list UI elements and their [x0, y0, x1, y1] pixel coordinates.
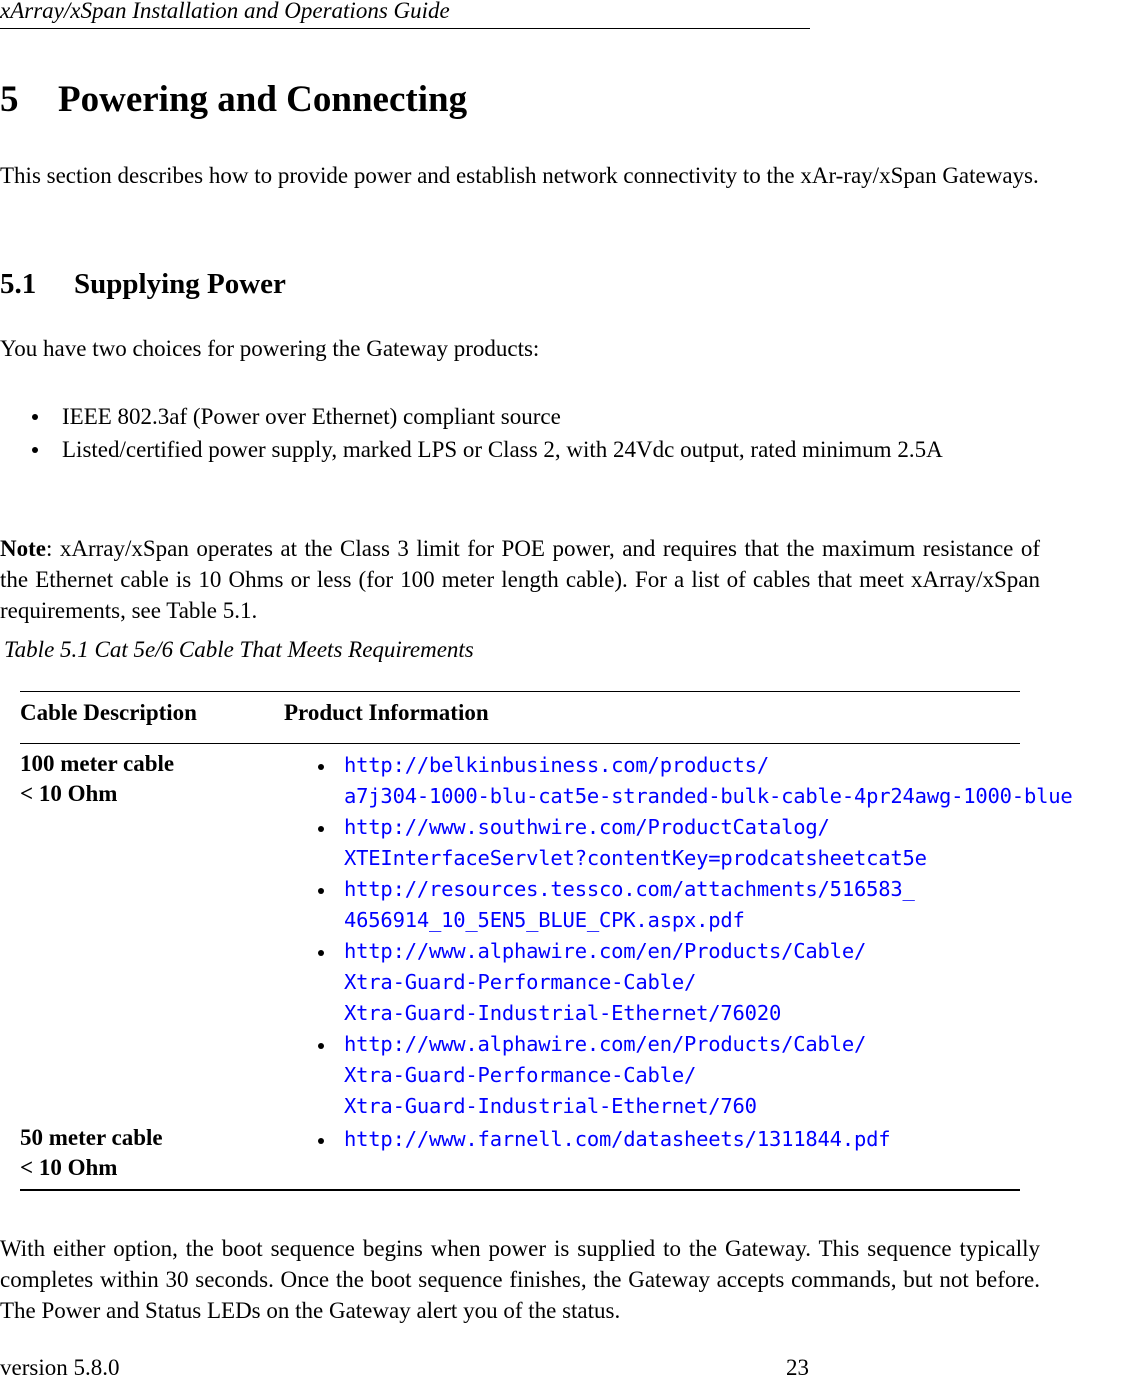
product-link-farnell[interactable]: http://www.farnell.com/datasheets/131184… — [344, 1124, 891, 1155]
bullet-icon — [318, 1138, 324, 1144]
footer-page-number: 23 — [786, 1355, 809, 1380]
table-header-rule — [20, 743, 1020, 744]
product-link-southwire[interactable]: http://www.southwire.com/ProductCatalog/ — [344, 812, 1073, 843]
table-row-links: http://www.farnell.com/datasheets/131184… — [314, 1124, 891, 1155]
product-link-alphawire-2-cont[interactable]: Xtra-Guard-Performance-Cable/ — [344, 1060, 1073, 1091]
list-item: http://www.alphawire.com/en/Products/Cab… — [314, 936, 1073, 1029]
bullet-icon — [318, 1043, 324, 1049]
cable-resistance: < 10 Ohm — [20, 1155, 118, 1180]
bullet-icon — [318, 826, 324, 832]
subsection-lead: You have two choices for powering the Ga… — [0, 336, 540, 361]
product-link-alphawire-2[interactable]: http://www.alphawire.com/en/Products/Cab… — [344, 1029, 1073, 1060]
note-label: Note — [0, 536, 46, 561]
column-header-product-information: Product Information — [284, 700, 489, 725]
footer-version: version 5.8.0 — [0, 1355, 120, 1380]
product-link-southwire-cont[interactable]: XTEInterfaceServlet?contentKey=prodcatsh… — [344, 843, 1073, 874]
table-row-links: http://belkinbusiness.com/products/ a7j3… — [314, 750, 1073, 1122]
table-top-rule — [20, 691, 1020, 692]
product-link-alphawire-2-cont2[interactable]: Xtra-Guard-Industrial-Ethernet/760 — [344, 1091, 1073, 1122]
product-link-alphawire-1-cont[interactable]: Xtra-Guard-Performance-Cable/ — [344, 967, 1073, 998]
subsection-title: Supplying Power — [74, 268, 286, 300]
list-item: http://belkinbusiness.com/products/ a7j3… — [314, 750, 1073, 812]
product-link-tessco-cont[interactable]: 4656914_10_5EN5_BLUE_CPK.aspx.pdf — [344, 905, 1073, 936]
list-item: http://www.farnell.com/datasheets/131184… — [314, 1124, 891, 1155]
product-link-tessco[interactable]: http://resources.tessco.com/attachments/… — [344, 874, 1073, 905]
bullet-icon — [32, 447, 38, 453]
section-heading: 5 Powering and Connecting — [0, 78, 467, 121]
list-item: http://www.alphawire.com/en/Products/Cab… — [314, 1029, 1073, 1122]
section-number: 5 — [0, 79, 19, 120]
cable-length: 50 meter cable — [20, 1125, 163, 1150]
product-link-alphawire-1[interactable]: http://www.alphawire.com/en/Products/Cab… — [344, 936, 1073, 967]
closing-paragraph: With either option, the boot sequence be… — [0, 1236, 1040, 1323]
column-header-cable-description: Cable Description — [20, 700, 197, 725]
note-paragraph: Note: xArray/xSpan operates at the Class… — [0, 533, 1040, 626]
table-row-description: 100 meter cable < 10 Ohm — [20, 749, 174, 809]
note-text: : xArray/xSpan operates at the Class 3 l… — [0, 536, 1040, 623]
cable-resistance: < 10 Ohm — [20, 781, 118, 806]
list-item: IEEE 802.3af (Power over Ethernet) compl… — [0, 401, 1040, 432]
section-title: Powering and Connecting — [58, 79, 468, 120]
bullet-icon — [32, 414, 38, 420]
product-link-belkin-cont[interactable]: a7j304-1000-blu-cat5e-stranded-bulk-cabl… — [344, 781, 1073, 812]
list-item: http://www.southwire.com/ProductCatalog/… — [314, 812, 1073, 874]
option-text: Listed/certified power supply, marked LP… — [62, 437, 943, 462]
header-rule — [0, 28, 810, 29]
cable-length: 100 meter cable — [20, 751, 175, 776]
running-header: xArray/xSpan Installation and Operations… — [0, 0, 450, 23]
bullet-icon — [318, 950, 324, 956]
table-caption: Table 5.1 Cat 5e/6 Cable That Meets Requ… — [4, 637, 474, 662]
product-link-belkin[interactable]: http://belkinbusiness.com/products/ — [344, 750, 1073, 781]
table-bottom-rule — [20, 1189, 1020, 1191]
table-row-description: 50 meter cable < 10 Ohm — [20, 1123, 163, 1183]
power-options-list: IEEE 802.3af (Power over Ethernet) compl… — [0, 401, 1040, 465]
list-item: Listed/certified power supply, marked LP… — [0, 434, 1040, 465]
bullet-icon — [318, 888, 324, 894]
section-intro: This section describes how to provide po… — [0, 163, 1039, 188]
product-link-alphawire-1-cont2[interactable]: Xtra-Guard-Industrial-Ethernet/76020 — [344, 998, 1073, 1029]
bullet-icon — [318, 764, 324, 770]
list-item: http://resources.tessco.com/attachments/… — [314, 874, 1073, 936]
subsection-number: 5.1 — [0, 268, 37, 300]
subsection-heading: 5.1 Supplying Power — [0, 268, 286, 301]
option-text: IEEE 802.3af (Power over Ethernet) compl… — [62, 404, 561, 429]
